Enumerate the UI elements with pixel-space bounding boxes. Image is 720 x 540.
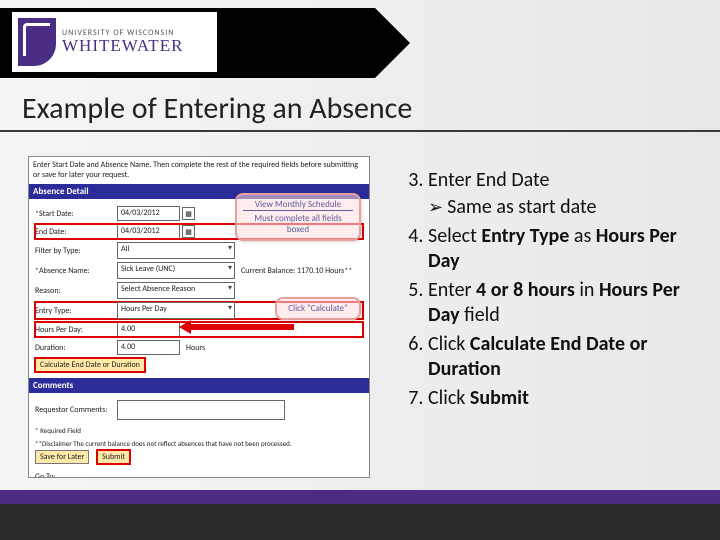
label-entry-type: Entry Type: <box>35 306 117 316</box>
title-underline <box>0 130 720 132</box>
goto-label: Go To: <box>35 472 56 478</box>
row-duration: Duration: 4.00 Hours <box>35 340 363 355</box>
input-hours-per-day[interactable]: 4.00 <box>117 322 180 337</box>
step-7: Click Submit <box>428 386 702 411</box>
calc-button[interactable]: Calculate End Date or Duration <box>35 358 145 372</box>
row-comments: Requestor Comments: <box>35 400 363 420</box>
label-start-date: *Start Date: <box>35 209 117 219</box>
step-5: Enter 4 or 8 hours in Hours Per Day fiel… <box>428 278 702 328</box>
step-6: Click Calculate End Date or Duration <box>428 332 702 382</box>
logo-text: UNIVERSITY OF WISCONSIN WHITEWATER <box>62 28 183 56</box>
input-end-date[interactable]: 04/03/2012 <box>117 224 180 239</box>
row-absence-name: *Absence Name: Sick Leave (UNC) Current … <box>35 262 363 279</box>
section-comments: Comments <box>29 378 369 393</box>
current-balance: Current Balance: 1170.10 Hours** <box>241 266 352 276</box>
input-start-date[interactable]: 04/03/2012 <box>117 206 180 221</box>
annotation-view-schedule: View Monthly Schedule Must complete all … <box>235 193 361 241</box>
step-3: Enter End Date Same as start date <box>428 168 702 220</box>
select-absence-name[interactable]: Sick Leave (UNC) <box>117 262 235 279</box>
annotation-click-calc: Click "Calculate" <box>275 297 361 320</box>
footer-bar <box>0 504 720 540</box>
label-duration: Duration: <box>35 343 117 353</box>
instruction-list: Enter End Date Same as start date Select… <box>370 150 720 505</box>
required-note: * Required Field <box>35 426 363 435</box>
disclaimer: **Disclaimer The current balance does no… <box>35 439 363 448</box>
textarea-comments[interactable] <box>117 400 285 420</box>
step-3-sub: Same as start date <box>428 195 702 220</box>
select-filter[interactable]: All <box>117 242 235 259</box>
label-absence-name: *Absence Name: <box>35 266 117 276</box>
select-entry-type[interactable]: Hours Per Day <box>117 302 235 319</box>
input-duration: 4.00 <box>117 340 180 355</box>
label-hours-per-day: Hours Per Day: <box>35 325 117 335</box>
calendar-icon[interactable]: ▦ <box>182 225 195 238</box>
label-requestor-comments: Requestor Comments: <box>35 405 117 415</box>
slide-title: Example of Entering an Absence <box>22 90 412 127</box>
submit-button[interactable]: Submit <box>97 450 130 464</box>
duration-unit: Hours <box>186 343 205 353</box>
uww-logo: UNIVERSITY OF WISCONSIN WHITEWATER <box>12 12 217 72</box>
label-reason: Reason: <box>35 286 117 296</box>
logo-mark-icon <box>18 18 56 66</box>
form-intro-text: Enter Start Date and Absence Name. Then … <box>29 157 369 184</box>
label-filter: Filter by Type: <box>35 246 117 256</box>
row-filter-type: Filter by Type: All <box>35 242 363 259</box>
step-4: Select Entry Type as Hours Per Day <box>428 224 702 274</box>
red-arrow-icon <box>179 320 294 334</box>
label-end-date: End Date: <box>35 227 117 237</box>
select-reason[interactable]: Select Absence Reason <box>117 282 235 299</box>
absence-form-screenshot: Enter Start Date and Absence Name. Then … <box>28 156 370 478</box>
calendar-icon[interactable]: ▦ <box>182 207 195 220</box>
save-later-button[interactable]: Save for Later <box>35 450 89 464</box>
